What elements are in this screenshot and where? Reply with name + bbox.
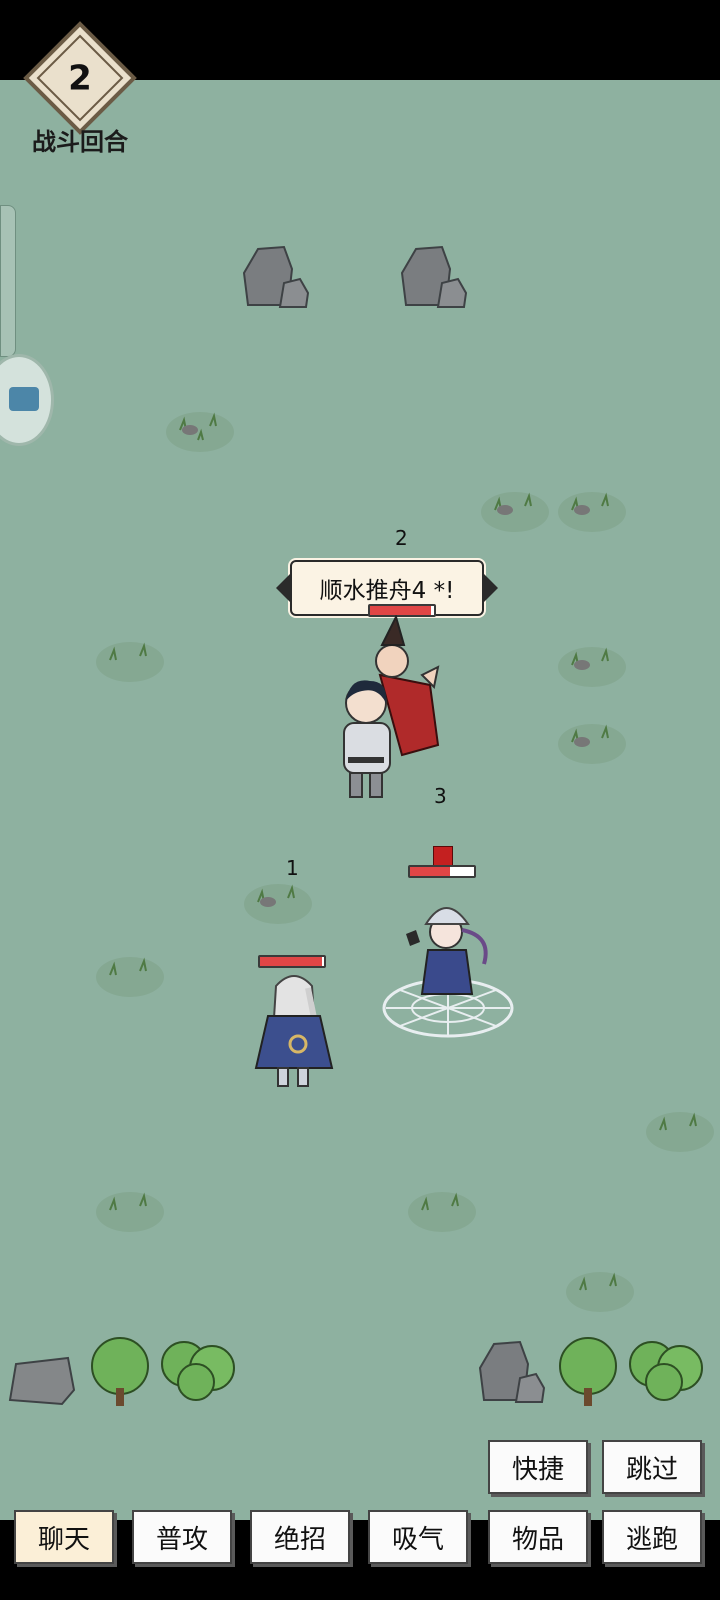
round-badge: 2 — [22, 20, 138, 136]
tree-decoration — [629, 1341, 703, 1401]
tree-decoration — [161, 1341, 235, 1401]
grass-patch — [646, 1112, 714, 1152]
skip-button[interactable]: 跳过 — [602, 1440, 702, 1494]
grass-patch — [96, 957, 164, 997]
rock-decoration — [400, 245, 468, 308]
player-elder-sprite[interactable] — [248, 968, 340, 1100]
ultimate-button[interactable]: 绝招 — [250, 1510, 350, 1564]
attack-button[interactable]: 普攻 — [132, 1510, 232, 1564]
chat-button[interactable]: 聊天 — [14, 1510, 114, 1564]
grass-patch — [558, 647, 626, 687]
round-number: 2 — [68, 59, 92, 99]
grass-patch — [96, 1192, 164, 1232]
tree-decoration — [559, 1337, 617, 1406]
enemy-swordsman-group-sprite[interactable] — [322, 615, 448, 805]
skill-callout-text: 顺水推舟4 *! — [319, 578, 455, 604]
items-button[interactable]: 物品 — [488, 1510, 588, 1564]
unit-slot-label: 3 — [434, 784, 447, 808]
absorb-qi-button[interactable]: 吸气 — [368, 1510, 468, 1564]
tree-decoration — [91, 1337, 149, 1406]
debuff-status-icon — [433, 846, 453, 866]
unit-slot-label: 2 — [395, 526, 408, 550]
spider-maiden-sprite[interactable] — [380, 890, 520, 1050]
grass-patch — [566, 1272, 634, 1312]
grass-patch — [166, 412, 234, 452]
side-drawer-tab[interactable] — [0, 205, 16, 357]
rock-decoration — [242, 245, 310, 308]
grass-patch — [558, 492, 626, 532]
grass-patch — [558, 724, 626, 764]
unit-hp-bar — [408, 865, 476, 878]
hp-fill — [410, 867, 450, 876]
grass-patch — [481, 492, 549, 532]
grass-patch — [408, 1192, 476, 1232]
rock-decoration — [478, 1340, 546, 1403]
rock-decoration — [8, 1356, 76, 1406]
hp-fill — [370, 606, 431, 615]
grass-patch — [244, 884, 312, 924]
diamond-badge-icon: 2 — [23, 21, 137, 135]
unit-slot-label: 1 — [286, 856, 299, 880]
round-label: 战斗回合 — [32, 128, 128, 156]
grass-patch — [96, 642, 164, 682]
unit-hp-bar — [258, 955, 326, 968]
assistant-icon — [9, 387, 39, 411]
shortcut-button[interactable]: 快捷 — [488, 1440, 588, 1494]
flee-button[interactable]: 逃跑 — [602, 1510, 702, 1564]
hp-fill — [260, 957, 323, 966]
